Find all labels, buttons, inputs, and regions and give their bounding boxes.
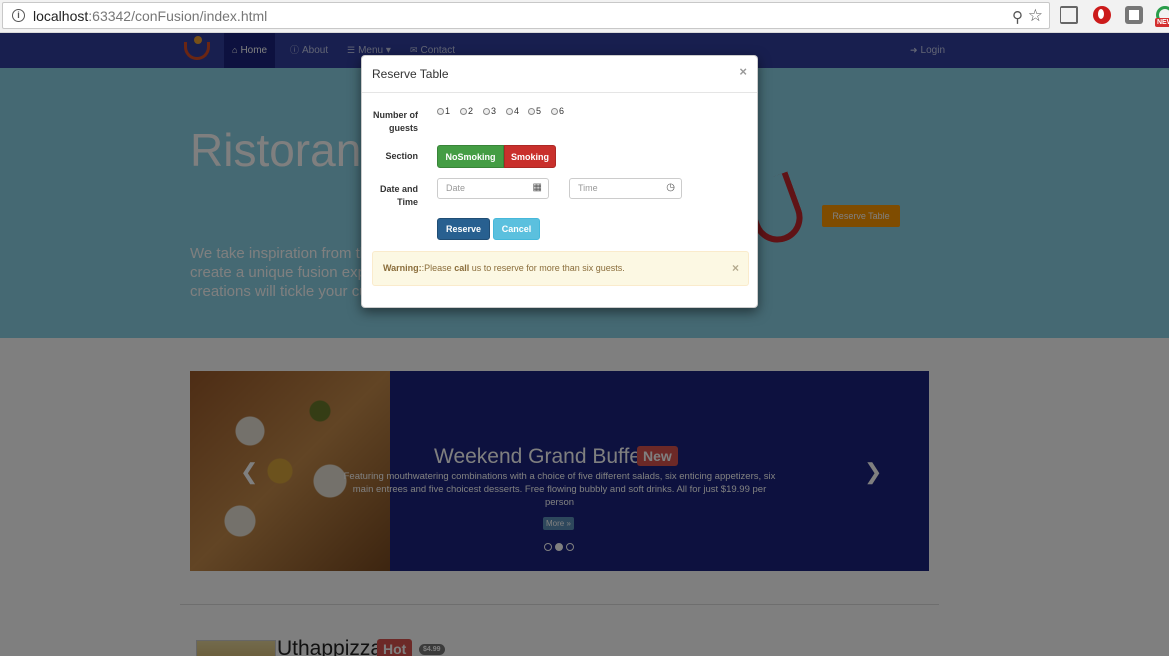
url-text[interactable]: localhost:63342/conFusion/index.html — [33, 8, 267, 24]
guest-radio-2[interactable]: 2 — [460, 106, 473, 116]
extension-badge: NEW — [1155, 18, 1169, 27]
cancel-button[interactable]: Cancel — [493, 218, 540, 240]
opera-extension-icon[interactable] — [1093, 6, 1111, 24]
guests-label: Number of guests — [373, 110, 418, 133]
alert-pre: :Please — [421, 263, 455, 273]
web-page: ⌂Home ⓘAbout ☰Menu ▾ ✉Contact ➜Login Ris… — [0, 33, 1169, 656]
extension-icon[interactable] — [1125, 6, 1143, 24]
guest-radio-1[interactable]: 1 — [437, 106, 450, 116]
url-host: localhost — [33, 8, 89, 24]
bookmark-star-icon[interactable]: ☆ — [1028, 6, 1043, 26]
guest-radio-3[interactable]: 3 — [483, 106, 496, 116]
guest-option-label: 5 — [536, 106, 542, 116]
reserve-modal: Reserve Table × Number of guests 1 2 3 4… — [361, 55, 758, 308]
modal-header: Reserve Table × — [362, 56, 757, 93]
cast-icon[interactable] — [1060, 6, 1078, 24]
browser-toolbar: i localhost:63342/conFusion/index.html ⚲… — [0, 0, 1169, 33]
guest-option-label: 4 — [514, 106, 520, 116]
modal-title: Reserve Table — [372, 67, 449, 81]
nosmoking-button[interactable]: NoSmoking — [437, 145, 504, 168]
guest-radio-6[interactable]: 6 — [551, 106, 564, 116]
section-label: Section — [385, 151, 418, 161]
close-icon[interactable]: × — [739, 64, 747, 79]
clock-icon[interactable]: ◷ — [666, 182, 675, 193]
guest-option-label: 2 — [468, 106, 474, 116]
warning-alert: Warning::Please call us to reserve for m… — [372, 251, 749, 286]
info-icon[interactable]: i — [12, 9, 25, 22]
calendar-icon[interactable]: ▦ — [533, 182, 542, 193]
date-placeholder: Date — [446, 183, 466, 193]
radio-icon — [551, 108, 558, 115]
url-path: :63342/conFusion/index.html — [88, 8, 268, 24]
time-input[interactable]: Time ◷ — [569, 178, 682, 199]
alert-strong: Warning: — [383, 263, 422, 273]
alert-post: us to reserve for more than six guests. — [469, 263, 625, 273]
guest-radio-4[interactable]: 4 — [506, 106, 519, 116]
radio-icon — [528, 108, 535, 115]
alert-close-icon[interactable]: × — [732, 252, 739, 285]
radio-icon — [483, 108, 490, 115]
smoking-button[interactable]: Smoking — [504, 145, 556, 168]
zoom-icon[interactable]: ⚲ — [1012, 8, 1023, 26]
time-placeholder: Time — [578, 183, 598, 193]
datetime-label: Date and Time — [379, 184, 418, 207]
alert-call-word: call — [454, 263, 470, 273]
guest-radio-5[interactable]: 5 — [528, 106, 541, 116]
date-input[interactable]: Date ▦ — [437, 178, 549, 199]
address-bar[interactable]: i localhost:63342/conFusion/index.html ⚲… — [2, 2, 1050, 29]
guest-option-label: 1 — [445, 106, 451, 116]
guest-option-label: 6 — [559, 106, 565, 116]
guest-option-label: 3 — [491, 106, 497, 116]
radio-icon — [460, 108, 467, 115]
radio-icon — [437, 108, 444, 115]
radio-icon — [506, 108, 513, 115]
reserve-button[interactable]: Reserve — [437, 218, 490, 240]
